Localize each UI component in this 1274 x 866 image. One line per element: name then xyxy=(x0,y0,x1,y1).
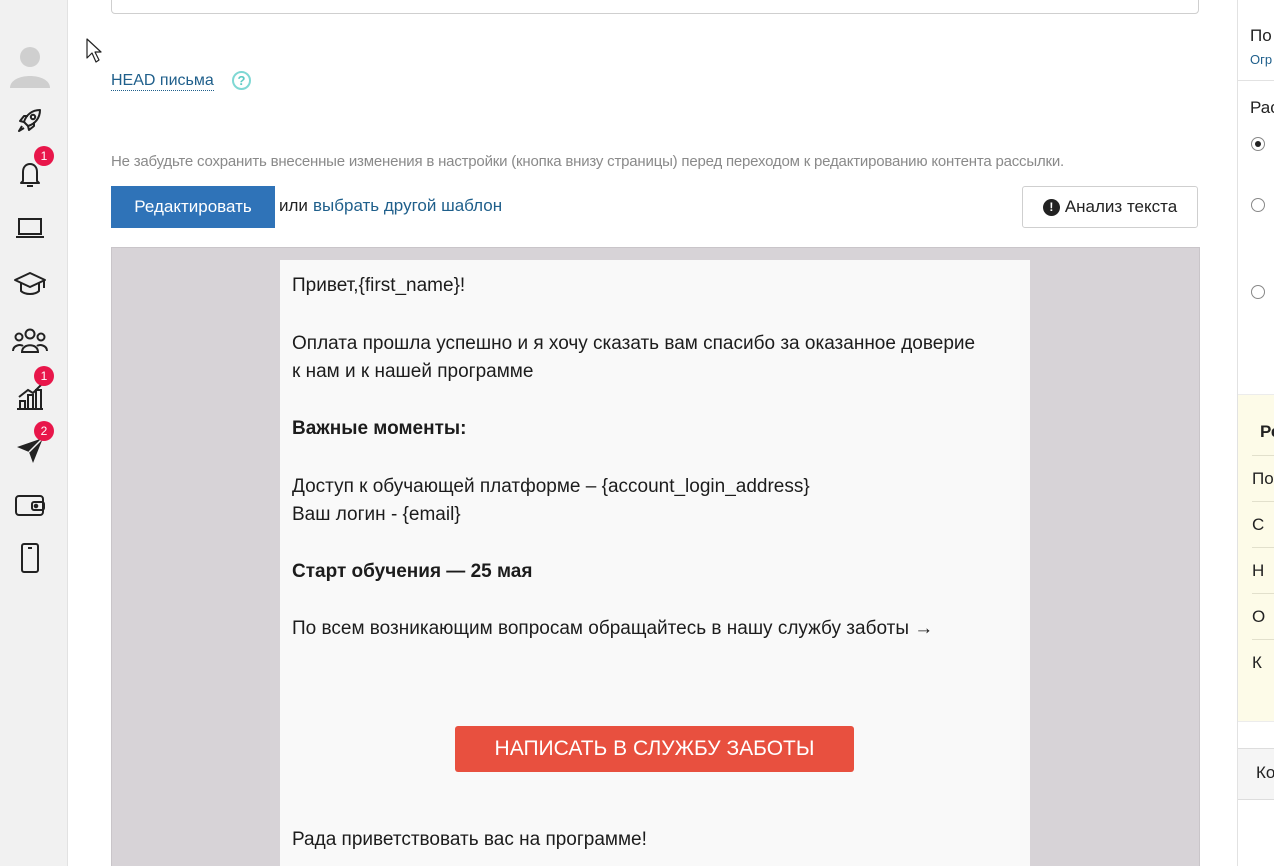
left-sidebar: 1 1 2 xyxy=(0,0,68,866)
text-analysis-label: Анализ текста xyxy=(1064,197,1178,216)
email-access-line: Доступ к обучающей платформе – {account_… xyxy=(292,476,810,497)
sidebar-item-rocket[interactable] xyxy=(0,98,60,142)
email-preview-area: Привет,{first_name}! Оплата прошла успеш… xyxy=(111,247,1200,866)
right-panel-divider xyxy=(1238,80,1274,81)
or-text: или xyxy=(279,196,308,215)
help-icon[interactable]: ? xyxy=(232,71,251,90)
right-info-box-title: Ре xyxy=(1260,422,1274,441)
sidebar-item-wallet[interactable] xyxy=(0,482,60,526)
email-closing-line: Рада приветствовать вас на программе! xyxy=(292,829,647,850)
mobile-icon xyxy=(21,543,39,573)
sidebar-item-education[interactable] xyxy=(0,262,60,306)
sidebar-item-users[interactable] xyxy=(0,318,60,362)
right-panel-section-title: Рас xyxy=(1250,98,1274,117)
notifications-badge: 1 xyxy=(34,146,54,166)
email-thanks-line-2: к нам и к нашей программе xyxy=(292,361,534,382)
users-icon xyxy=(12,328,48,353)
sidebar-item-mobile[interactable] xyxy=(0,536,60,580)
mouse-cursor-icon xyxy=(86,38,102,63)
mailings-badge: 2 xyxy=(34,421,54,441)
email-greeting: Привет,{first_name}! xyxy=(292,275,466,296)
radio-option-2[interactable] xyxy=(1251,198,1265,212)
email-questions-line: По всем возникающим вопросам обращайтесь… xyxy=(292,618,934,639)
alert-icon: ! xyxy=(1042,198,1060,216)
text-analysis-button[interactable]: ! Анализ текста xyxy=(1022,186,1198,228)
email-head-link[interactable]: HEAD письма xyxy=(111,71,214,91)
mailing-content-editor: HEAD письма ? Не забудьте сохранить внес… xyxy=(67,0,1237,866)
graduation-cap-icon xyxy=(14,272,46,295)
right-info-box: Ре По С Н О К xyxy=(1238,394,1274,722)
wallet-icon xyxy=(15,495,45,516)
laptop-icon xyxy=(16,218,44,238)
sidebar-item-avatar[interactable] xyxy=(0,42,60,88)
right-panel-title: По xyxy=(1250,26,1272,45)
email-body: Привет,{first_name}! Оплата прошла успеш… xyxy=(280,260,1030,866)
app-window: 1 1 2 HEAD письма ? Не забудьте сохранит… xyxy=(0,0,1274,866)
email-important-heading: Важные моменты: xyxy=(292,418,467,439)
right-info-row: По xyxy=(1252,455,1274,502)
head-code-field[interactable] xyxy=(111,0,1199,14)
email-login-line: Ваш логин - {email} xyxy=(292,504,461,525)
analytics-badge: 1 xyxy=(34,366,54,386)
save-reminder-notice: Не забудьте сохранить внесенные изменени… xyxy=(111,153,1065,170)
email-thanks-line-1: Оплата прошла успешно и я хочу сказать в… xyxy=(292,333,976,354)
edit-button[interactable]: Редактировать xyxy=(111,186,275,228)
radio-option-3[interactable] xyxy=(1251,285,1265,299)
email-support-button[interactable]: НАПИСАТЬ В СЛУЖБУ ЗАБОТЫ xyxy=(455,726,854,772)
right-bottom-card-label: Ко xyxy=(1256,763,1274,782)
right-settings-panel: По Огр Рас Ре По С Н О К Ко xyxy=(1237,0,1274,866)
right-bottom-card[interactable]: Ко xyxy=(1238,748,1274,800)
right-info-row: Н xyxy=(1252,547,1274,594)
right-info-row: К xyxy=(1252,639,1274,686)
radio-option-1[interactable] xyxy=(1251,137,1265,151)
choose-another-template-link[interactable]: выбрать другой шаблон xyxy=(313,196,502,216)
right-panel-link[interactable]: Огр xyxy=(1250,52,1272,67)
rocket-icon xyxy=(18,109,41,132)
right-info-row: О xyxy=(1252,593,1274,640)
email-start-line: Старт обучения — 25 мая xyxy=(292,561,533,582)
right-info-row: С xyxy=(1252,501,1274,548)
sidebar-item-laptop[interactable] xyxy=(0,206,60,250)
user-avatar-icon xyxy=(10,47,50,88)
